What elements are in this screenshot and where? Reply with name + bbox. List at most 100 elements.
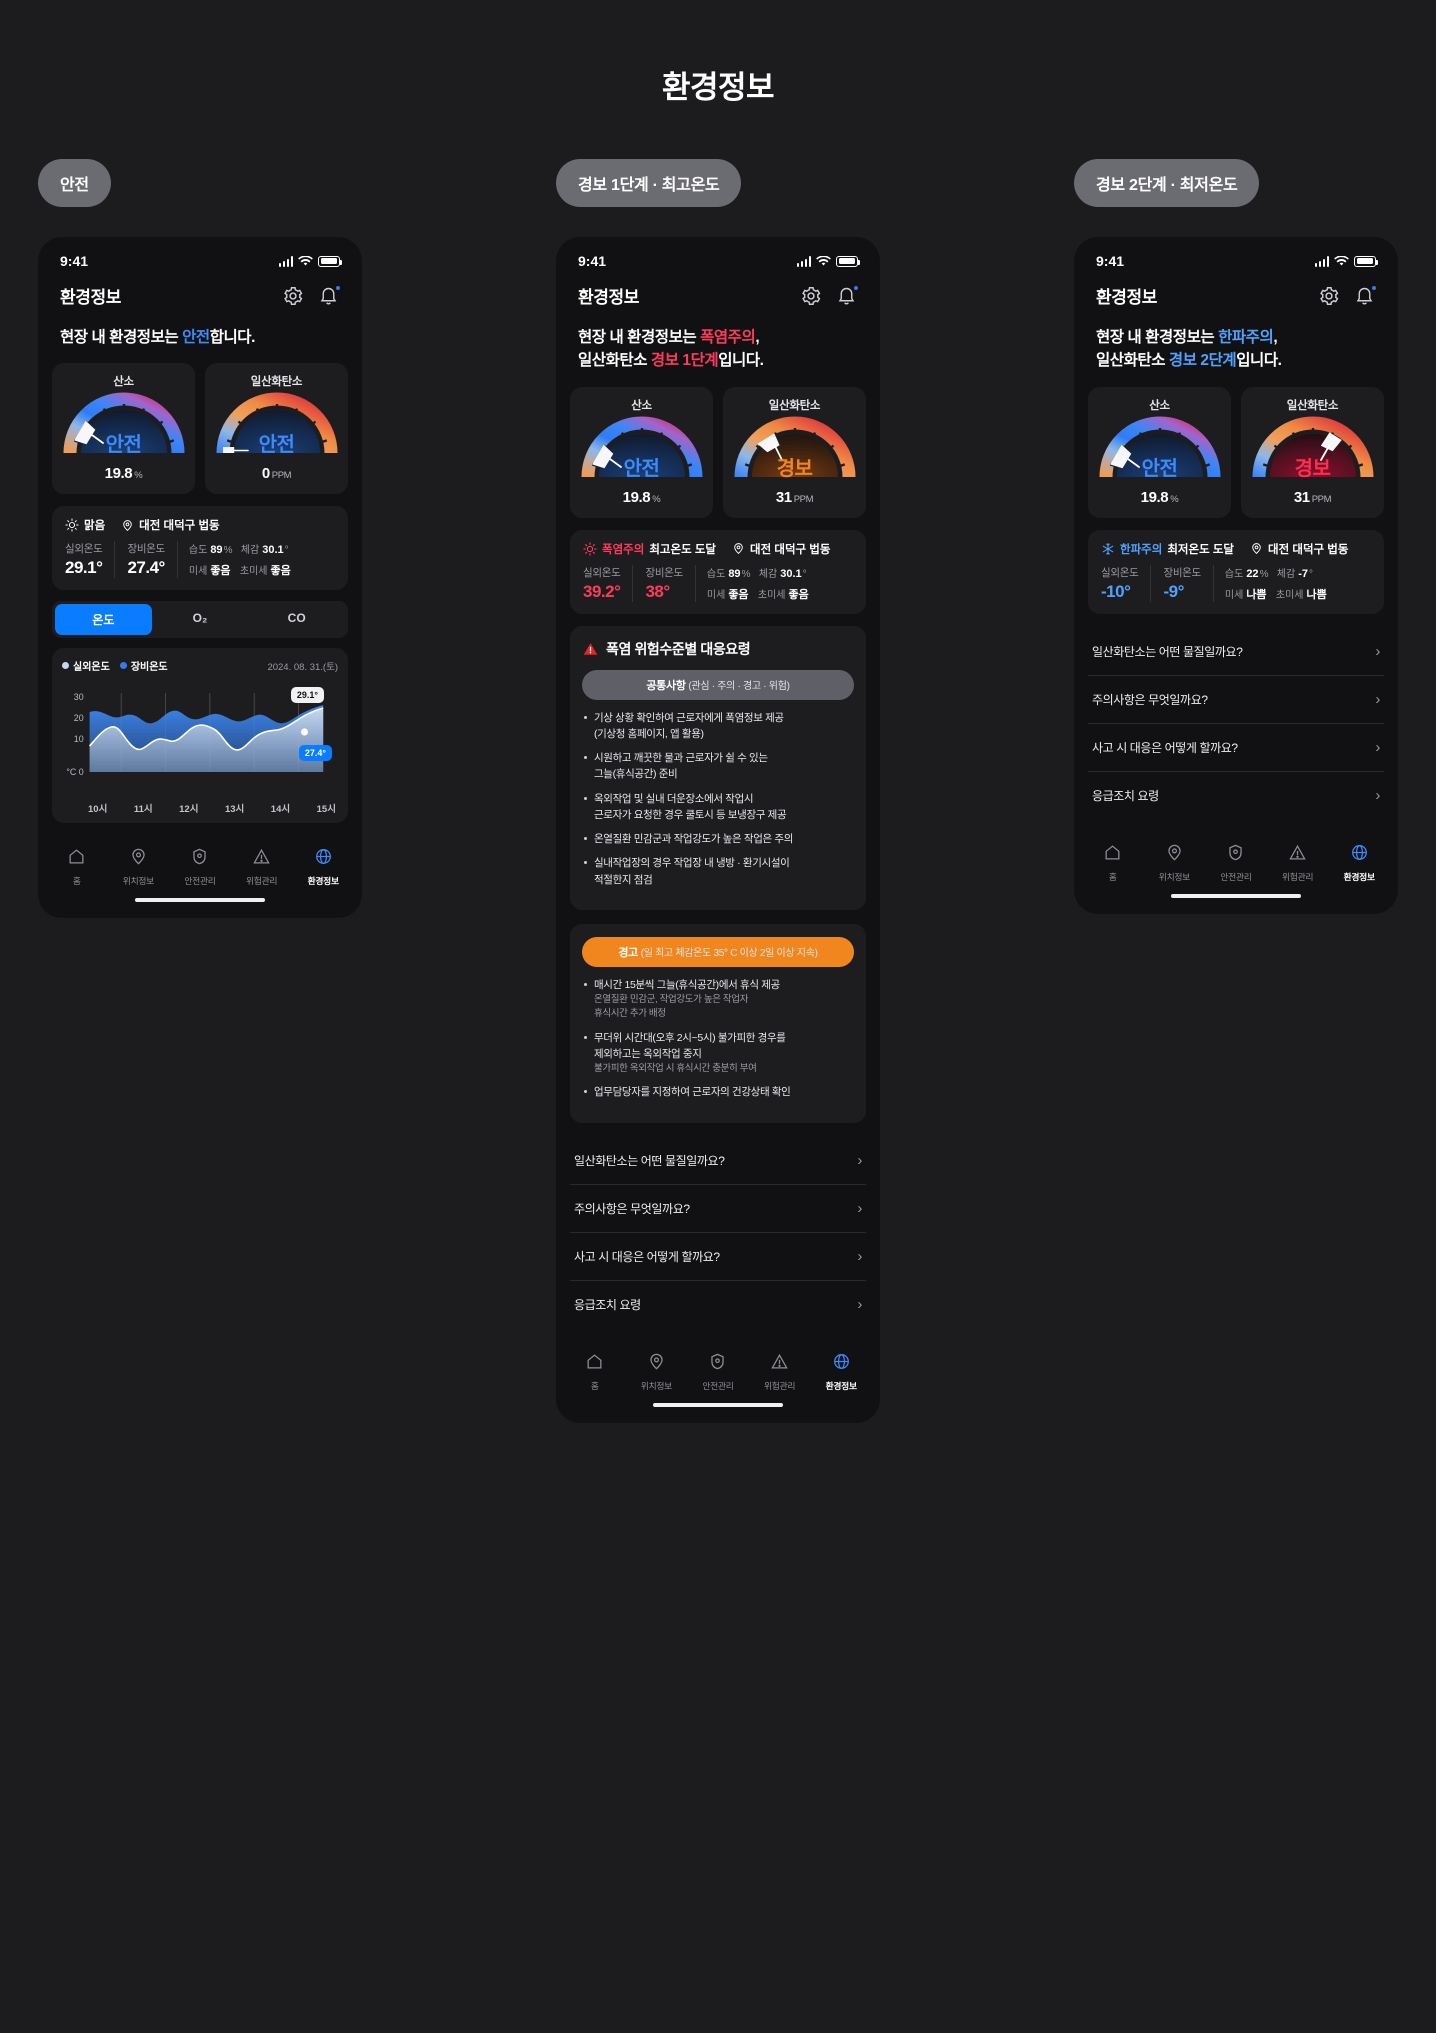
legend-device: 장비온도	[119, 658, 168, 673]
nav-safety[interactable]: 안전관리	[1205, 843, 1267, 883]
nav-home[interactable]: 홈	[46, 847, 108, 887]
weather-condition: 한파주의 최저온도 도달	[1101, 541, 1234, 557]
nav-location[interactable]: 위치정보	[1144, 843, 1206, 883]
tab-o2[interactable]: O₂	[152, 604, 249, 635]
battery-icon	[836, 255, 860, 267]
nav-risk[interactable]: 위험관리	[231, 847, 293, 887]
faq-list: 일산화탄소는 어떤 물질일까요? › 주의사항은 무엇일까요? › 사고 시 대응은…	[570, 1137, 866, 1328]
chevron-right-icon: ›	[1375, 690, 1380, 708]
list-item: 무더위 시간대(오후 2시~5시) 불가피한 경우를 제외하고는 옥외작업 중지…	[582, 1030, 854, 1077]
column-safe: 안전 9:41 환경정보 현장 내 환경정보는 안전합니다. 산소 안전 19.…	[38, 159, 362, 919]
gauge-row: 산소	[1074, 381, 1398, 518]
gauge-oxygen: 안전	[62, 391, 186, 459]
faq-row[interactable]: 주의사항은 무엇일까요? ›	[1088, 676, 1384, 724]
tab-co[interactable]: CO	[248, 604, 345, 635]
nav-home[interactable]: 홈	[1082, 843, 1144, 883]
nav-safety[interactable]: 안전관리	[687, 1352, 749, 1392]
gauge-number: 19.8	[104, 465, 133, 483]
gauge-value: 19.8%	[56, 465, 191, 482]
faq-row[interactable]: 일산화탄소는 어떤 물질일까요? ›	[570, 1137, 866, 1185]
nav-environment[interactable]: 환경정보	[292, 847, 354, 887]
common-guidelines-list: 기상 상황 확인하여 근로자에게 폭염정보 제공 (기상청 홈페이지, 앱 활용…	[582, 710, 854, 888]
nav-risk[interactable]: 위험관리	[749, 1352, 811, 1392]
list-item: 시원하고 깨끗한 물과 근로자가 쉴 수 있는 그늘(휴식공간) 준비	[582, 750, 854, 783]
gauge-card-oxygen[interactable]: 산소 안전 19.8 %	[1088, 386, 1231, 518]
weather-location: 대전 대덕구 법동	[121, 517, 220, 533]
app-header: 환경정보	[38, 275, 362, 312]
app-header: 환경정보	[556, 275, 880, 312]
nav-safety[interactable]: 안전관리	[169, 847, 231, 887]
weather-location: 대전 대덕구 법동	[732, 541, 830, 557]
bottom-nav: 홈 위치정보 안전관리 위험관리 환경정보	[38, 837, 362, 889]
gauge-co: 경보	[733, 415, 857, 483]
weather-card: 폭염주의 최고온도 도달 대전 대덕구 법동 실외온도 39.2° 장비온도 3…	[570, 529, 866, 614]
app-title: 환경정보	[60, 288, 121, 307]
nav-home[interactable]: 홈	[564, 1352, 626, 1392]
column-alert2: 경보 2단계 · 최저온도 9:41 환경정보 현장 내 환경정보는 한파주의,…	[1074, 159, 1398, 914]
location-pin-icon	[123, 519, 132, 531]
nav-environment[interactable]: 환경정보	[1328, 843, 1390, 883]
signal-icon	[1314, 255, 1329, 267]
nav-location[interactable]: 위치정보	[108, 847, 170, 887]
gauge-card-oxygen[interactable]: 산소 안전 19.8 %	[570, 386, 713, 518]
battery-icon	[1354, 255, 1378, 267]
gauge-title: 일산화탄소	[250, 376, 303, 389]
tab-temperature[interactable]: 온도	[55, 604, 152, 636]
sun-icon	[65, 518, 79, 532]
gauge-card-oxygen[interactable]: 산소 안전 19.8 %	[52, 363, 195, 495]
chevron-right-icon: ›	[1375, 738, 1380, 756]
bottom-nav: 홈 위치정보 안전관리 위험관리 환경정보	[556, 1342, 880, 1394]
list-item: 실내작업장의 경우 작업장 내 냉방 · 환기시설이 적절한지 점검	[582, 855, 854, 888]
weather-condition: 폭염주의 최고온도 도달	[583, 541, 716, 557]
faq-row[interactable]: 응급조치 요령 ›	[1088, 772, 1384, 819]
gear-icon[interactable]	[282, 285, 304, 307]
warning-title: 폭염 위험수준별 대응요령	[606, 640, 751, 657]
faq-row[interactable]: 응급조치 요령 ›	[570, 1281, 866, 1328]
notification-badge	[853, 284, 859, 291]
bell-icon[interactable]	[318, 284, 341, 307]
chart-legend: 실외온도 장비온도 2024. 08. 31.(토)	[62, 658, 338, 673]
list-item: 옥외작업 및 실내 더운장소에서 작업시 근로자가 요청한 경우 쿨토시 등 보…	[582, 791, 854, 824]
faq-row[interactable]: 주의사항은 무엇일까요? ›	[570, 1185, 866, 1233]
outdoor-temp: 실외온도 29.1°	[65, 543, 103, 578]
weather-condition-note: 최저온도 도달	[1167, 543, 1235, 556]
gauge-number: 0	[261, 465, 270, 483]
faq-row[interactable]: 일산화탄소는 어떤 물질일까요? ›	[1088, 628, 1384, 676]
nav-risk[interactable]: 위험관리	[1267, 843, 1329, 883]
alert-icon	[771, 1353, 788, 1369]
headline-pre: 현장 내 환경정보는	[60, 329, 183, 346]
home-icon	[1105, 844, 1120, 859]
gauge-state: 안전	[258, 434, 295, 457]
device-temp: 장비온도 27.4°	[114, 541, 176, 579]
signal-icon	[278, 255, 293, 267]
weather-condition-label: 맑음	[84, 520, 106, 533]
gauge-oxygen: 안전	[580, 415, 704, 483]
list-item: 업무담당자를 지정하여 근로자의 건강상태 확인	[582, 1084, 854, 1100]
bell-icon[interactable]	[836, 284, 859, 307]
weather-extra: 습도 89% 체감 30.1° 미세 좋음 초미세 좋음	[694, 564, 810, 602]
status-time: 9:41	[1096, 253, 1125, 269]
warning-guidelines-list: 매시간 15분씩 그늘(휴식공간)에서 휴식 제공 온열질환 민감군, 작업강도…	[582, 977, 854, 1101]
wifi-icon	[1334, 255, 1349, 266]
status-bar: 9:41	[38, 237, 362, 275]
faq-row[interactable]: 사고 시 대응은 어떻게 할까요? ›	[570, 1233, 866, 1281]
headline-post: 합니다.	[209, 329, 256, 346]
gauge-card-co[interactable]: 일산화탄소	[723, 386, 866, 518]
gear-icon[interactable]	[1318, 285, 1340, 307]
warning-triangle-icon	[583, 642, 598, 655]
phone-columns: 안전 9:41 환경정보 현장 내 환경정보는 안전합니다. 산소 안전 19.…	[0, 159, 1436, 1423]
location-pin-icon	[1252, 543, 1261, 554]
svg-text:10: 10	[74, 734, 84, 744]
svg-text:°C 0: °C 0	[66, 767, 83, 777]
outdoor-temp: 실외온도 -10°	[1101, 566, 1139, 601]
faq-row[interactable]: 사고 시 대응은 어떻게 할까요? ›	[1088, 724, 1384, 772]
nav-environment[interactable]: 환경정보	[810, 1352, 872, 1392]
gear-icon[interactable]	[800, 285, 822, 307]
nav-location[interactable]: 위치정보	[626, 1352, 688, 1392]
gauge-card-co[interactable]: 일산화탄소	[205, 363, 348, 495]
device-temp: 장비온도 -9°	[1150, 564, 1212, 602]
gauge-card-co[interactable]: 일산화탄소	[1241, 386, 1384, 518]
phone-mock-alert2: 9:41 환경정보 현장 내 환경정보는 한파주의, 일산화탄소 경보 2단계입…	[1074, 237, 1398, 914]
status-bar: 9:41	[1074, 237, 1398, 275]
bell-icon[interactable]	[1354, 284, 1377, 307]
